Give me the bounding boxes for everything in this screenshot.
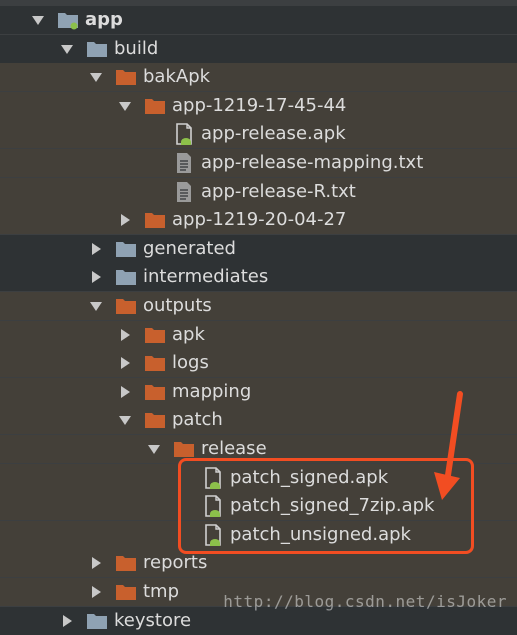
tree-item-label: app	[85, 9, 123, 30]
tree-row[interactable]: apk	[0, 320, 517, 349]
tree-row[interactable]: build	[0, 34, 517, 63]
tree-row[interactable]: generated	[0, 234, 517, 263]
tree-item-label: outputs	[143, 295, 212, 316]
text-file-icon	[173, 152, 195, 174]
collapse-arrow-icon[interactable]	[117, 327, 133, 343]
folder-icon	[115, 238, 137, 260]
excluded-folder-icon	[144, 95, 166, 117]
folder-icon	[115, 266, 137, 288]
folder-icon	[86, 610, 108, 632]
excluded-folder-icon	[144, 209, 166, 231]
expand-arrow-icon[interactable]	[117, 98, 133, 114]
tree-item-label: logs	[172, 352, 209, 374]
excluded-folder-icon	[173, 438, 195, 460]
android-file-icon	[173, 123, 195, 146]
tree-row[interactable]: app-1219-17-45-44	[0, 91, 517, 120]
tree-row[interactable]: app-release.apk	[0, 120, 517, 149]
module-folder-icon	[57, 9, 79, 31]
collapse-arrow-icon[interactable]	[117, 384, 133, 400]
tree-item-label: intermediates	[143, 266, 269, 288]
tree-row[interactable]: app-release-R.txt	[0, 177, 517, 206]
tree-item-label: generated	[143, 237, 236, 259]
excluded-folder-icon	[144, 324, 166, 346]
tree-item-label: bakApk	[143, 66, 211, 88]
expand-arrow-icon[interactable]	[146, 441, 162, 457]
excluded-folder-icon	[144, 352, 166, 374]
expand-arrow-icon[interactable]	[88, 69, 104, 85]
collapse-arrow-icon[interactable]	[117, 212, 133, 228]
tree-row[interactable]: outputs	[0, 292, 517, 320]
tree-item-label: app-release-R.txt	[201, 180, 356, 202]
tree-row[interactable]: app	[0, 6, 517, 34]
tree-item-label: keystore	[114, 609, 192, 631]
folder-icon	[86, 38, 108, 60]
expand-arrow-icon[interactable]	[59, 41, 75, 57]
expand-arrow-icon[interactable]	[88, 298, 104, 314]
collapse-arrow-icon[interactable]	[88, 269, 104, 285]
text-file-icon	[173, 181, 195, 203]
tree-item-label: apk	[172, 323, 205, 345]
excluded-folder-icon	[115, 581, 137, 603]
tree-row[interactable]: app-release-mapping.txt	[0, 149, 517, 177]
excluded-folder-icon	[144, 381, 166, 403]
collapse-arrow-icon[interactable]	[88, 584, 104, 600]
tree-item-label: app-release.apk	[201, 123, 346, 145]
collapse-arrow-icon[interactable]	[59, 613, 75, 629]
excluded-folder-icon	[115, 295, 137, 317]
tree-item-label: app-1219-20-04-27	[172, 209, 347, 231]
tree-item-label: tmp	[143, 581, 180, 602]
tree-item-label: app-1219-17-45-44	[172, 94, 347, 116]
tree-row[interactable]: intermediates	[0, 263, 517, 292]
excluded-folder-icon	[144, 409, 166, 431]
expand-arrow-icon[interactable]	[117, 412, 133, 428]
watermark: http://blog.csdn.net/isJoker	[223, 592, 507, 611]
collapse-arrow-icon[interactable]	[88, 555, 104, 571]
tree-row[interactable]: app-1219-20-04-27	[0, 206, 517, 235]
tree-row[interactable]: logs	[0, 349, 517, 378]
collapse-arrow-icon[interactable]	[117, 355, 133, 371]
pointer-arrow-icon	[434, 391, 463, 500]
tree-item-label: patch	[172, 409, 223, 431]
tree-item-label: mapping	[172, 380, 252, 402]
expand-arrow-icon[interactable]	[30, 12, 46, 28]
tree-row[interactable]: bakApk	[0, 63, 517, 92]
collapse-arrow-icon[interactable]	[88, 241, 104, 257]
tree-item-label: build	[114, 37, 159, 59]
excluded-folder-icon	[115, 66, 137, 88]
tree-item-label: app-release-mapping.txt	[201, 152, 424, 173]
excluded-folder-icon	[115, 552, 137, 574]
